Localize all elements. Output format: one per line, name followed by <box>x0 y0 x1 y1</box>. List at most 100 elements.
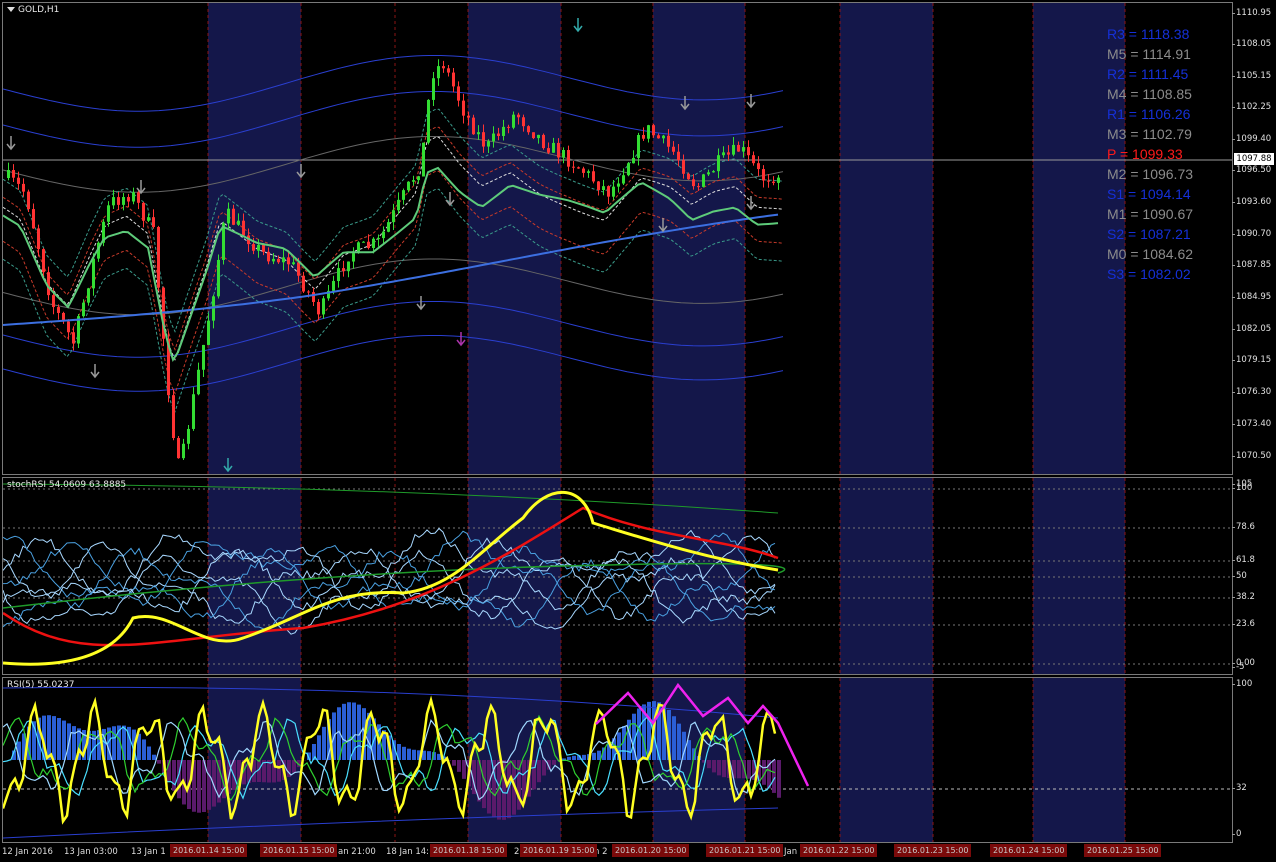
candle-body <box>337 268 340 282</box>
stochrsi-pane[interactable]: stochRSI 54.0609 63.8885 <box>2 477 1233 675</box>
candle-body <box>252 244 255 251</box>
price-axis[interactable]: 1110.95 1108.05 1105.15 1102.25 1099.40 1096.… <box>1231 2 1276 473</box>
candle-body <box>507 126 510 128</box>
candle-body <box>257 244 260 251</box>
candle-body <box>627 163 630 176</box>
candle-body <box>502 126 505 136</box>
rsi-histogram-bar <box>482 760 486 809</box>
axis-tick-label: 38.2 <box>1232 592 1255 602</box>
candle-body <box>557 142 560 158</box>
pivot-level-row: S3 = 1082.02 <box>1107 264 1193 284</box>
pivot-level-row: S2 = 1087.21 <box>1107 224 1193 244</box>
candle-body <box>262 244 265 252</box>
session-band <box>653 3 745 474</box>
candle-body <box>432 78 435 100</box>
pivot-level-row: M3 = 1102.79 <box>1107 124 1193 144</box>
session-band <box>208 3 301 474</box>
candle-body <box>372 238 375 248</box>
candle-body <box>12 170 15 178</box>
candle-body <box>392 210 395 223</box>
candle-body <box>387 222 390 232</box>
candle-body <box>687 173 690 180</box>
session-date-box: 2016.01.22 15:00 <box>800 844 878 857</box>
candle-body <box>607 186 610 197</box>
time-axis[interactable]: 12 Jan 2016 13 Jan 03:00 13 Jan 1 an 21:… <box>0 843 1276 862</box>
candle-body <box>282 257 285 263</box>
candle-body <box>622 175 625 184</box>
rsi-histogram-bar <box>572 755 576 760</box>
candle-body <box>342 268 345 272</box>
rsi-histogram-bar <box>322 726 326 760</box>
candle-body <box>467 115 470 118</box>
rsi-histogram-bar <box>407 748 411 760</box>
candle-body <box>722 152 725 156</box>
candle-body <box>577 167 580 169</box>
rsi-histogram-bar <box>172 760 176 791</box>
rsi-histogram-bar <box>207 760 211 810</box>
candle-body <box>302 275 305 292</box>
candle-body <box>67 321 70 333</box>
candle-body <box>27 191 30 210</box>
rsi-canvas[interactable] <box>3 678 1232 842</box>
candle-body <box>737 144 740 152</box>
pivot-level-label: M4 = 1108.85 <box>1107 86 1192 102</box>
session-band <box>1033 478 1125 674</box>
candle-body <box>447 68 450 73</box>
rsi-histogram-bar <box>777 760 781 798</box>
candle-body <box>692 179 695 187</box>
rsi-histogram-bar <box>457 760 461 772</box>
candle-body <box>537 134 540 139</box>
pivot-level-row: M4 = 1108.85 <box>1107 84 1193 104</box>
candle-body <box>197 369 200 395</box>
rsi-histogram-bar <box>452 760 456 766</box>
rsi-histogram-bar <box>412 749 416 760</box>
axis-tick-label: 1099.40 <box>1231 134 1272 144</box>
pivot-level-row: R3 = 1118.38 <box>1107 24 1193 44</box>
session-band <box>468 3 561 474</box>
chevron-down-icon[interactable] <box>7 7 15 12</box>
rsi-histogram-bar <box>47 715 51 760</box>
candle-body <box>732 144 735 155</box>
candle-body <box>92 258 95 289</box>
candle-body <box>237 220 240 225</box>
candle-body <box>457 86 460 101</box>
rsi-histogram-bar <box>57 718 61 760</box>
candle-body <box>412 180 415 182</box>
pivot-level-row: S1 = 1094.14 <box>1107 184 1193 204</box>
candle-body <box>322 298 325 315</box>
price-chart-canvas[interactable] <box>3 3 1232 474</box>
candle-body <box>72 332 75 344</box>
candle-body <box>232 208 235 225</box>
rsi-pane[interactable]: RSI(5) 55.0237 <box>2 677 1233 843</box>
stochrsi-canvas[interactable] <box>3 478 1232 674</box>
pivot-levels-panel: R3 = 1118.38 M5 = 1114.91 R2 = 1111.45 M4 =… <box>1107 24 1193 284</box>
chart-title[interactable]: GOLD,H1 <box>7 5 59 15</box>
candle-body <box>292 262 295 265</box>
candle-body <box>37 228 40 250</box>
time-label: 12 Jan 2016 <box>2 847 53 857</box>
candle-body <box>142 202 145 221</box>
time-label: 18 Jan 14: <box>386 847 430 857</box>
candle-body <box>517 114 520 118</box>
rsi-histogram-bar <box>567 756 571 760</box>
pivot-level-label: M5 = 1114.91 <box>1107 46 1191 62</box>
rsi-histogram-bar <box>157 760 161 764</box>
axis-tick-label: 1084.95 <box>1231 292 1272 302</box>
price-chart-pane[interactable]: GOLD,H1 R3 = 1118.38 M5 = 1114.91 R2 = 111… <box>2 2 1233 475</box>
candle-body <box>522 117 525 127</box>
rsi-histogram-bar <box>277 760 281 782</box>
candle-body <box>477 132 480 135</box>
pivot-level-row: M5 = 1114.91 <box>1107 44 1193 64</box>
candle-body <box>42 249 45 273</box>
axis-tick-label: 50 <box>1232 571 1247 581</box>
candle-body <box>112 197 115 206</box>
candle-body <box>117 197 120 205</box>
candle-body <box>572 166 575 168</box>
pivot-level-label: S2 = 1087.21 <box>1107 226 1191 242</box>
candle-body <box>747 147 750 156</box>
candle-body <box>407 181 410 191</box>
candle-body <box>497 133 500 136</box>
candle-body <box>672 146 675 152</box>
candle-body <box>482 132 485 147</box>
fractal-arrow-icon <box>746 196 756 211</box>
